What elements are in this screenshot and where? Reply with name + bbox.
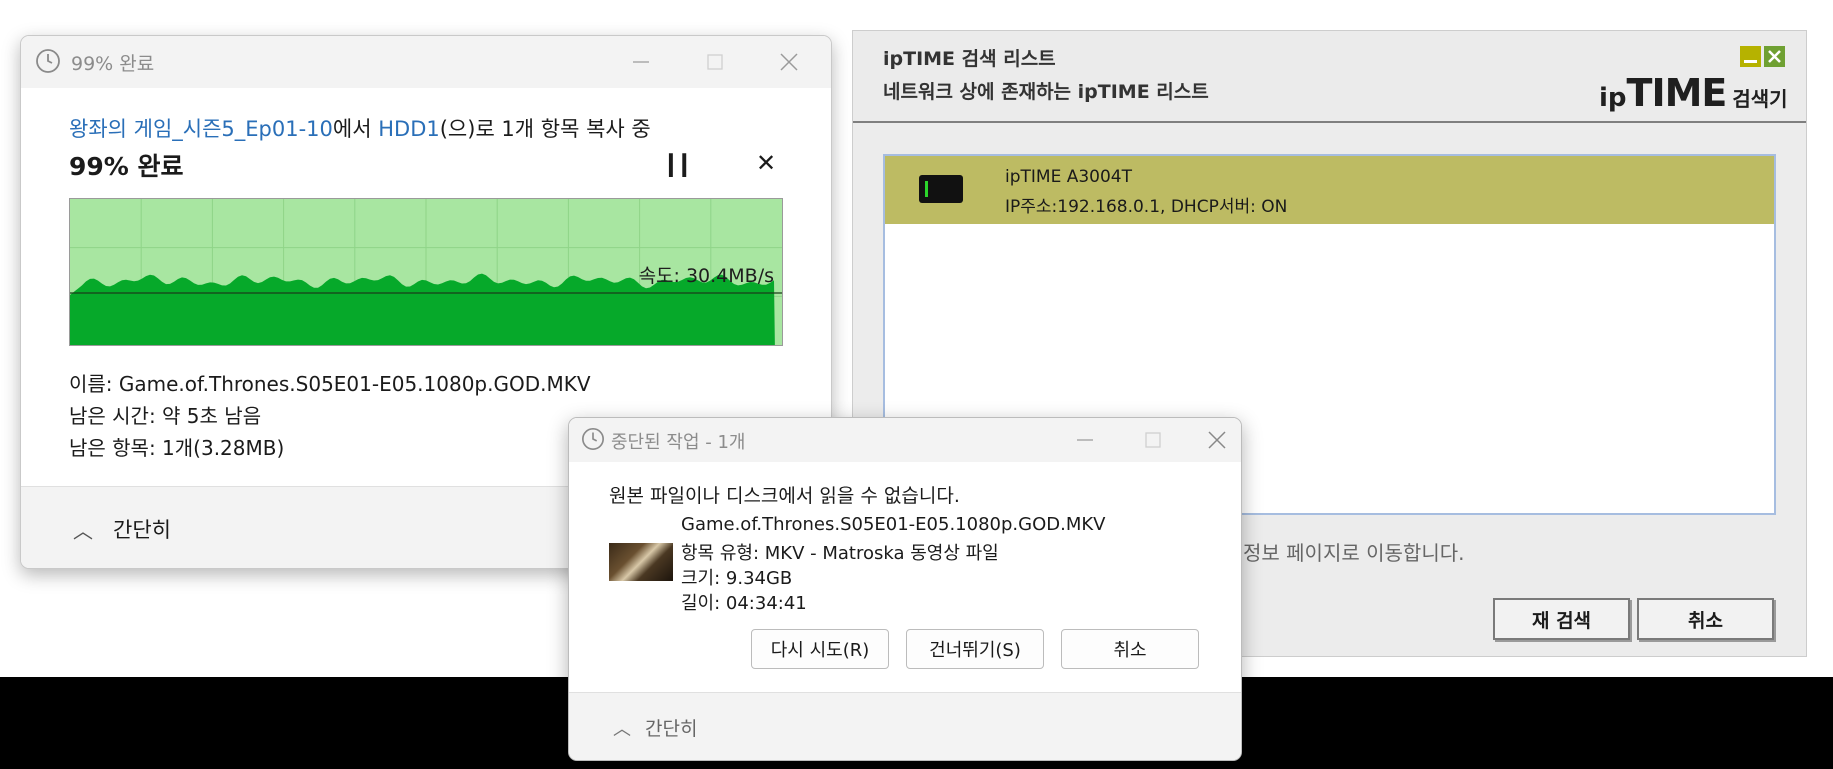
interrupted-footer: ︿ 간단히 <box>569 692 1241 760</box>
cancel-copy-button[interactable]: ✕ <box>756 149 776 177</box>
error-file-duration: 길이: 04:34:41 <box>681 593 807 614</box>
device-name: ipTIME A3004T <box>1005 167 1133 187</box>
pause-button[interactable]: ▎▎ <box>669 153 698 177</box>
chevron-up-icon: ︿ <box>613 719 631 740</box>
copy-minimize-button[interactable] <box>621 44 661 80</box>
interrupted-cancel-button[interactable]: 취소 <box>1061 629 1199 669</box>
minimize-button[interactable] <box>1740 46 1761 67</box>
chevron-up-icon: ︿ <box>73 519 93 543</box>
retry-button[interactable]: 다시 시도(R) <box>751 629 889 669</box>
minimize-icon <box>633 61 649 63</box>
interrupted-window-title: 중단된 작업 - 1개 <box>611 432 746 453</box>
copy-titlebar: 99% 완료 <box>21 36 831 88</box>
close-icon <box>1208 431 1226 449</box>
maximize-icon <box>1145 432 1161 448</box>
time-remaining: 남은 시간: 약 5초 남음 <box>69 404 262 428</box>
interrupted-action-dialog: 중단된 작업 - 1개 원본 파일이나 디스크에서 읽을 수 없습니다. Gam… <box>568 417 1242 761</box>
interrupted-maximize-button[interactable] <box>1133 422 1173 458</box>
error-message: 원본 파일이나 디스크에서 읽을 수 없습니다. <box>609 485 960 507</box>
transfer-speed-graph: 속도: 30.4MB/s <box>69 198 783 346</box>
device-row[interactable]: ipTIME A3004T IP주소:192.168.0.1, DHCP서버: … <box>885 156 1774 224</box>
destination-link[interactable]: HDD1 <box>378 117 440 141</box>
close-icon <box>1768 50 1781 63</box>
copy-status-line: 왕좌의 게임_시즌5_Ep01-10에서 HDD1(으)로 1개 항목 복사 중 <box>69 113 651 143</box>
iptime-title: ipTIME 검색 리스트 <box>883 48 1056 70</box>
clock-icon <box>36 49 60 73</box>
progress-text: (으)로 1개 항목 복사 중 <box>439 117 651 141</box>
source-folder-link[interactable]: 왕좌의 게임_시즌5_Ep01-10 <box>69 117 333 141</box>
video-thumbnail <box>609 543 673 581</box>
skip-button[interactable]: 건너뛰기(S) <box>906 629 1044 669</box>
router-icon <box>919 175 963 203</box>
error-file-size: 크기: 9.34GB <box>681 568 793 589</box>
copy-close-button[interactable] <box>769 44 809 80</box>
pause-icon: ▎▎ <box>669 153 698 177</box>
error-file-name: Game.of.Thrones.S05E01-E05.1080p.GOD.MKV <box>681 514 1106 535</box>
iptime-cancel-button[interactable]: 취소 <box>1637 598 1774 640</box>
percent-complete: 99% 완료 <box>69 152 184 181</box>
interrupted-close-button[interactable] <box>1197 422 1237 458</box>
file-name: 이름: Game.of.Thrones.S05E01-E05.1080p.GOD… <box>69 372 591 396</box>
interrupted-minimize-button[interactable] <box>1065 422 1105 458</box>
close-icon: ✕ <box>756 149 777 177</box>
collapse-label: 간단히 <box>645 718 698 740</box>
iptime-footer-message: 정보 페이지로 이동합니다. <box>1243 541 1465 565</box>
iptime-subtitle: 네트워크 상에 존재하는 ipTIME 리스트 <box>883 81 1209 103</box>
maximize-icon <box>707 54 723 70</box>
minimize-icon <box>1744 60 1757 63</box>
copy-maximize-button[interactable] <box>695 44 735 80</box>
copy-window-title: 99% 완료 <box>71 53 155 75</box>
speed-label: 속도: 30.4MB/s <box>638 265 774 287</box>
interrupted-titlebar: 중단된 작업 - 1개 <box>569 418 1241 462</box>
close-icon <box>780 53 798 71</box>
device-detail: IP주소:192.168.0.1, DHCP서버: ON <box>1005 197 1288 217</box>
rescan-button[interactable]: 재 검색 <box>1493 598 1630 640</box>
close-button[interactable] <box>1764 46 1785 67</box>
logo-suffix: 검색기 <box>1732 87 1788 111</box>
clock-icon <box>582 428 604 450</box>
iptime-logo: ipTIME 검색기 <box>1599 71 1788 115</box>
minimize-icon <box>1077 439 1093 441</box>
logo-ip: ip <box>1599 83 1627 113</box>
iptime-header: ipTIME 검색 리스트 네트워크 상에 존재하는 ipTIME 리스트 ip… <box>853 31 1806 123</box>
items-remaining: 남은 항목: 1개(3.28MB) <box>69 436 285 460</box>
from-text: 에서 <box>332 117 379 141</box>
logo-time: TIME <box>1626 71 1728 115</box>
error-file-type: 항목 유형: MKV - Matroska 동영상 파일 <box>681 543 999 564</box>
collapse-label: 간단히 <box>113 518 171 542</box>
